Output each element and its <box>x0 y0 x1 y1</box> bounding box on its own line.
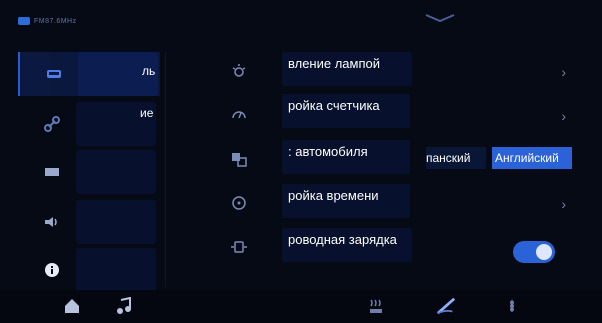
sidebar: ль ие <box>18 52 160 292</box>
wiper-icon[interactable] <box>436 296 456 316</box>
settings-row-meter[interactable]: ройка счетчика › <box>218 94 578 132</box>
volume-icon <box>42 212 62 232</box>
toggle-knob <box>536 244 552 260</box>
sidebar-tile <box>76 150 156 194</box>
status-bar: FM87.6MHz <box>18 14 77 28</box>
sidebar-item-connection[interactable]: ие <box>18 102 158 146</box>
divider <box>165 52 166 287</box>
language-icon <box>230 150 248 168</box>
radio-frequency: FM87.6MHz <box>34 17 77 25</box>
home-icon[interactable] <box>62 296 82 316</box>
chevron-down-icon[interactable] <box>422 10 458 26</box>
language-option-spanish[interactable]: панский <box>426 147 486 169</box>
sidebar-item-display[interactable] <box>18 150 158 194</box>
wireless-charging-toggle[interactable] <box>513 241 555 263</box>
lamp-icon <box>230 62 248 80</box>
chevron-right-icon: › <box>561 108 566 124</box>
link-icon <box>42 114 62 134</box>
fan-icon[interactable] <box>502 296 522 316</box>
seat-heat-icon[interactable] <box>366 296 386 316</box>
bottom-bar <box>0 290 602 323</box>
settings-row-time[interactable]: ройка времени › <box>218 184 578 222</box>
radio-icon <box>18 17 30 25</box>
sidebar-item-label: ие <box>140 106 154 120</box>
settings-row-label: : автомобиля <box>288 144 368 159</box>
settings-row-label: вление лампой <box>288 56 380 71</box>
settings-row-label: ройка счетчика <box>288 98 380 113</box>
sidebar-item-info[interactable] <box>18 248 158 292</box>
display-icon <box>42 162 62 182</box>
sidebar-item-label: ль <box>142 64 156 78</box>
info-icon <box>42 260 62 280</box>
clock-icon <box>230 194 248 212</box>
language-option-english[interactable]: Английский <box>492 147 572 169</box>
settings-row-lamp[interactable]: вление лампой › <box>218 52 578 90</box>
gauge-icon <box>230 104 248 122</box>
sidebar-tile <box>76 248 156 292</box>
wireless-charge-icon <box>230 238 248 256</box>
sidebar-tile <box>76 200 156 244</box>
sidebar-item-sound[interactable] <box>18 200 158 244</box>
chevron-right-icon: › <box>561 64 566 80</box>
settings-row-label: ройка времени <box>288 188 379 203</box>
settings-row-label: роводная зарядка <box>288 232 397 247</box>
car-settings-screen: FM87.6MHz ль ие вление лампой › ройка сч… <box>0 0 602 323</box>
sidebar-item-vehicle[interactable]: ль <box>18 52 160 96</box>
car-icon <box>44 64 64 84</box>
music-icon[interactable] <box>114 296 134 316</box>
chevron-right-icon: › <box>561 196 566 212</box>
